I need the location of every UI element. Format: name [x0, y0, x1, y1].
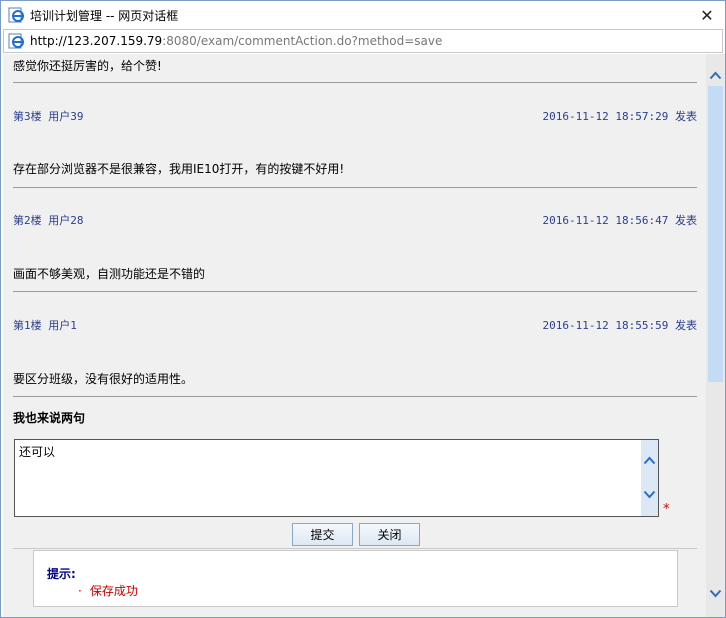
- comment-floor-user: 第3楼 用户39: [13, 110, 84, 123]
- scroll-up-icon[interactable]: [706, 66, 725, 85]
- comment-time: 2016-11-12 18:55:59 发表: [542, 319, 697, 332]
- divider: [13, 548, 697, 549]
- address-host: http://123.207.159.79: [30, 34, 163, 48]
- comment-text: 存在部分浏览器不是很兼容，我用IE10打开，有的按键不好用!: [13, 162, 345, 176]
- window-title: 培训计划管理 -- 网页对话框: [30, 8, 179, 23]
- notice-title: 提示:: [47, 567, 76, 581]
- close-icon: ✕: [700, 5, 714, 25]
- divider: [13, 82, 697, 83]
- title-bar: 培训计划管理 -- 网页对话框 ✕: [1, 1, 725, 29]
- divider: [13, 291, 697, 292]
- comment-floor-user: 第1楼 用户1: [13, 319, 77, 332]
- scroll-up-icon[interactable]: [641, 452, 658, 469]
- scrollbar-thumb[interactable]: [708, 86, 723, 382]
- comment-text: 感觉你还挺厉害的，给个赞!: [13, 59, 162, 73]
- textarea-scrollbar[interactable]: [641, 440, 658, 516]
- comment-floor-user: 第2楼 用户28: [13, 214, 84, 227]
- close-window-button[interactable]: ✕: [689, 1, 725, 29]
- notice-message-text: 保存成功: [89, 584, 138, 598]
- divider: [13, 396, 697, 397]
- address-bar: http://123.207.159.79:8080/exam/commentA…: [3, 29, 723, 53]
- comment-textarea-box: [14, 439, 659, 517]
- bullet-icon: ·: [78, 584, 82, 598]
- comment-time: 2016-11-12 18:56:47 发表: [542, 214, 697, 227]
- comment-form-title: 我也来说两句: [13, 411, 86, 425]
- address-path: :8080/exam/commentAction.do?method=save: [162, 34, 443, 48]
- comment-textarea[interactable]: [15, 440, 641, 516]
- ie-page-icon: [8, 33, 24, 49]
- dialog-window: 培训计划管理 -- 网页对话框 ✕ http://123.207.159.79:…: [0, 0, 726, 618]
- submit-button[interactable]: 提交: [292, 523, 353, 546]
- notice-box: 提示: · 保存成功: [33, 550, 678, 607]
- required-mark: *: [663, 502, 670, 517]
- comment-text: 画面不够美观，自测功能还是不错的: [13, 267, 206, 281]
- ie-page-icon: [8, 7, 24, 23]
- dialog-content: 感觉你还挺厉害的，给个赞! 第3楼 用户39 2016-11-12 18:57:…: [3, 54, 706, 617]
- address-url: http://123.207.159.79:8080/exam/commentA…: [30, 34, 442, 48]
- scroll-down-icon[interactable]: [641, 486, 658, 503]
- comment-time: 2016-11-12 18:57:29 发表: [542, 110, 697, 123]
- comment-text: 要区分班级，没有很好的适用性。: [13, 372, 194, 386]
- divider: [13, 187, 697, 188]
- close-button[interactable]: 关闭: [359, 523, 420, 546]
- page-scrollbar[interactable]: [706, 54, 725, 617]
- scroll-down-icon[interactable]: [706, 584, 725, 603]
- notice-message: · 保存成功: [78, 582, 138, 599]
